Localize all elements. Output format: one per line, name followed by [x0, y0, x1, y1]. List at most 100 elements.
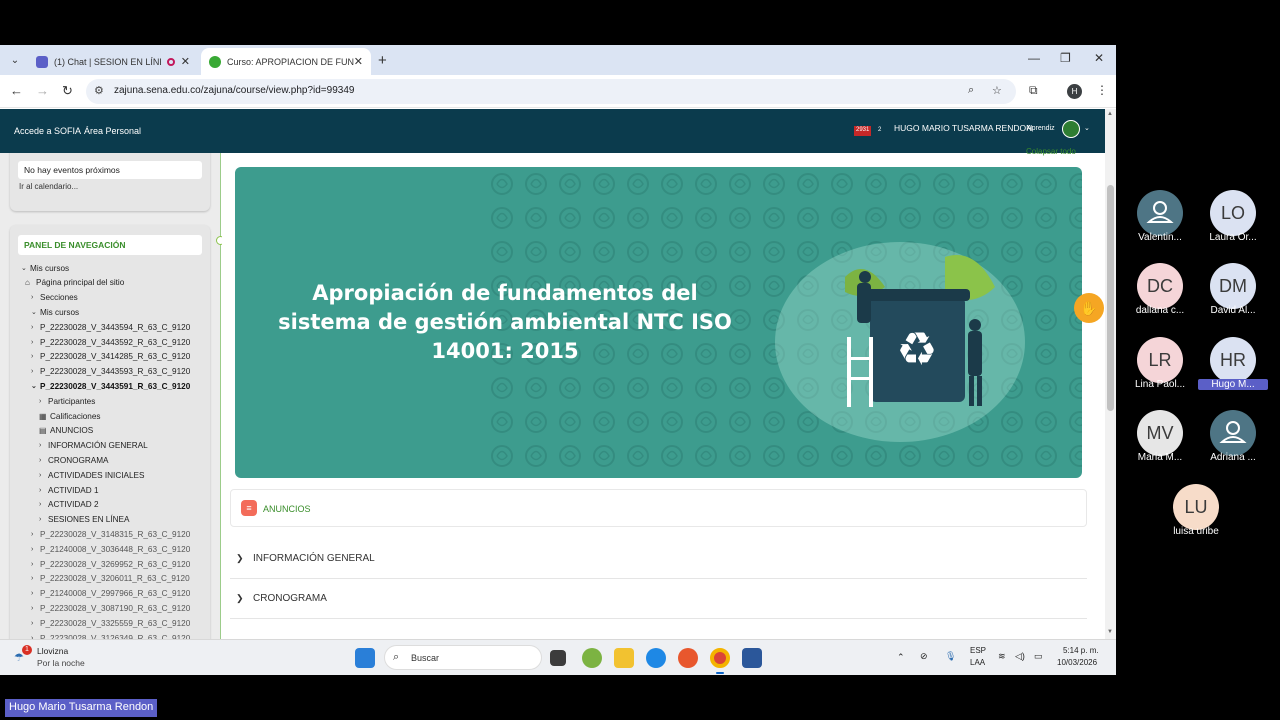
participant-tile[interactable]: LR Lina Paol... — [1125, 337, 1195, 399]
nav-tree-label[interactable]: P_21240008_V_2997966_R_63_C_9120 — [40, 589, 190, 598]
wifi-icon[interactable]: ≋ — [998, 651, 1006, 662]
site-info-icon[interactable]: ⚙ — [94, 84, 104, 97]
handshake-icon[interactable]: ✋ — [1074, 293, 1104, 323]
minimize-icon[interactable]: — — [1028, 51, 1040, 65]
nav-tree-label[interactable]: P_22230028_V_3443593_R_63_C_9120 — [40, 367, 190, 376]
chevron-right-icon[interactable]: › — [31, 620, 40, 627]
nav-tree-item[interactable]: ⌄ Mis cursos — [31, 305, 79, 319]
scroll-down-icon[interactable]: ▼ — [1107, 629, 1113, 635]
nav-tree-item[interactable]: ⌄ Mis cursos — [21, 261, 69, 275]
nav-tree-item[interactable]: › P_21240008_V_3036448_R_63_C_9120 — [31, 542, 190, 556]
nav-tree-label[interactable]: INFORMACIÓN GENERAL — [48, 441, 148, 450]
nav-tree-label[interactable]: SESIONES EN LÍNEA — [48, 515, 129, 524]
nav-tree-label[interactable]: ACTIVIDAD 2 — [48, 500, 99, 509]
personal-area-link[interactable]: Área Personal — [84, 126, 141, 136]
new-tab-button[interactable]: + — [378, 52, 387, 69]
chevron-up-icon[interactable]: ⌃ — [897, 652, 905, 663]
nav-tree-label[interactable]: ACTIVIDADES INICIALES — [48, 471, 144, 480]
nav-tree-item[interactable]: ▦ Calificaciones — [39, 409, 101, 423]
collapse-all-link[interactable]: Colapsar todo — [1026, 147, 1076, 156]
bookmark-star-icon[interactable]: ☆ — [992, 84, 1002, 97]
nav-tree-item[interactable]: › P_22230028_V_3126349_R_63_C_9120 — [31, 631, 190, 640]
nav-tree-label[interactable]: CRONOGRAMA — [48, 456, 109, 465]
participant-tile[interactable]: LO Laura Or... — [1198, 190, 1268, 252]
windows-start-icon[interactable] — [355, 648, 375, 668]
file-explorer-icon[interactable] — [614, 648, 634, 668]
microphone-icon[interactable]: 🎙 — [945, 651, 956, 662]
nav-tree-item[interactable]: › P_22230028_V_3087190_R_63_C_9120 — [31, 601, 190, 615]
section-title[interactable]: INFORMACIÓN GENERAL — [253, 553, 375, 564]
chevron-right-icon[interactable]: ❯ — [236, 593, 244, 604]
volume-icon[interactable]: ◁) — [1015, 651, 1025, 662]
language-bottom[interactable]: LAA — [970, 658, 985, 667]
nav-tree-label[interactable]: P_22230028_V_3414285_R_63_C_9120 — [40, 352, 190, 361]
participant-tile[interactable]: LU luisa uribe — [1161, 484, 1231, 546]
chevron-right-icon[interactable]: › — [31, 590, 40, 597]
chevron-right-icon[interactable]: › — [39, 398, 48, 405]
nav-tree-label[interactable]: ANUNCIOS — [50, 426, 93, 435]
nav-tree-item[interactable]: ⌄ P_22230028_V_3443591_R_63_C_9120 — [31, 379, 190, 393]
nav-tree-item[interactable]: › Secciones — [31, 291, 78, 305]
chevron-down-icon[interactable]: ⌄ — [21, 264, 30, 272]
menu-icon[interactable]: ⋮ — [1096, 83, 1108, 97]
nav-tree-label[interactable]: P_22230028_V_3443591_R_63_C_9120 — [40, 382, 190, 391]
chevron-right-icon[interactable]: ❯ — [236, 553, 244, 564]
nav-tree-label[interactable]: Mis cursos — [40, 308, 79, 317]
battery-icon[interactable]: ▭ — [1034, 651, 1043, 662]
chevron-right-icon[interactable]: › — [31, 546, 40, 553]
page-scrollbar[interactable]: ▲ ▼ — [1105, 109, 1116, 639]
edge-icon[interactable] — [646, 648, 666, 668]
nav-tree-item[interactable]: ⌂ Página principal del sitio — [25, 276, 124, 290]
profile-avatar[interactable]: H — [1067, 84, 1082, 99]
nav-tree-item[interactable]: › INFORMACIÓN GENERAL — [39, 439, 148, 453]
tab-course[interactable]: Curso: APROPIACION DE FUNDA ✕ — [201, 48, 371, 75]
close-tab-icon[interactable]: ✕ — [354, 55, 363, 68]
messages-badge[interactable]: 2 — [876, 126, 883, 136]
nav-tree-label[interactable]: P_22230028_V_3206011_R_63_C_9120 — [40, 574, 190, 583]
nav-tree-item[interactable]: › P_21240008_V_2997966_R_63_C_9120 — [31, 587, 190, 601]
zoom-icon[interactable]: ⌕ — [968, 84, 974, 97]
tab-search-chevron-icon[interactable]: ⌄ — [6, 52, 24, 70]
language-top[interactable]: ESP — [970, 646, 986, 655]
extensions-icon[interactable]: ⧉ — [1029, 83, 1038, 98]
scroll-up-icon[interactable]: ▲ — [1107, 111, 1113, 117]
nav-tree-label[interactable]: P_22230028_V_3325559_R_63_C_9120 — [40, 619, 190, 628]
word-icon[interactable] — [742, 648, 762, 668]
scrollbar-thumb[interactable] — [1107, 185, 1114, 411]
participant-tile[interactable]: DC dallana c... — [1125, 263, 1195, 325]
notifications-badge[interactable]: 2931 — [854, 126, 872, 136]
nav-tree-label[interactable]: Página principal del sitio — [36, 278, 124, 287]
participant-tile[interactable]: HR Hugo M... — [1198, 337, 1268, 399]
nav-tree-label[interactable]: Participantes — [48, 397, 95, 406]
address-bar[interactable]: ⚙ zajuna.sena.edu.co/zajuna/course/view.… — [86, 79, 1016, 104]
qgis-icon[interactable] — [582, 648, 602, 668]
nav-tree-item[interactable]: › CRONOGRAMA — [39, 453, 109, 467]
nav-tree-item[interactable]: ▤ ANUNCIOS — [39, 424, 93, 438]
chevron-right-icon[interactable]: › — [39, 472, 48, 479]
task-view-icon[interactable] — [550, 650, 566, 666]
nav-tree-item[interactable]: › ACTIVIDAD 1 — [39, 483, 99, 497]
nav-tree-label[interactable]: Secciones — [40, 293, 78, 302]
clock-date[interactable]: 10/03/2026 — [1057, 658, 1097, 667]
nav-tree-label[interactable]: ACTIVIDAD 1 — [48, 486, 99, 495]
nav-tree-label[interactable]: P_22230028_V_3443594_R_63_C_9120 — [40, 323, 190, 332]
firefox-icon[interactable] — [678, 648, 698, 668]
nav-tree-label[interactable]: P_22230028_V_3443592_R_63_C_9120 — [40, 338, 190, 347]
participant-tile[interactable]: DM David Al... — [1198, 263, 1268, 325]
chevron-down-icon[interactable]: ⌄ — [1084, 124, 1090, 132]
section-title[interactable]: CRONOGRAMA — [253, 593, 327, 604]
reload-icon[interactable]: ↻ — [62, 83, 73, 99]
nav-tree-label[interactable]: P_22230028_V_3087190_R_63_C_9120 — [40, 604, 190, 613]
chevron-right-icon[interactable]: › — [39, 442, 48, 449]
participant-tile[interactable]: Adriana ... — [1198, 410, 1268, 472]
nav-tree-item[interactable]: › P_22230028_V_3206011_R_63_C_9120 — [31, 572, 190, 586]
nav-tree-item[interactable]: › P_22230028_V_3325559_R_63_C_9120 — [31, 616, 190, 630]
chevron-down-icon[interactable]: ⌄ — [31, 382, 40, 390]
participant-tile[interactable]: MV Maria M... — [1125, 410, 1195, 472]
chrome-icon[interactable] — [710, 648, 730, 668]
forward-icon[interactable]: → — [36, 83, 49, 98]
nav-tree-label[interactable]: P_22230028_V_3148315_R_63_C_9120 — [40, 530, 190, 539]
nav-tree-label[interactable]: P_21240008_V_3036448_R_63_C_9120 — [40, 545, 190, 554]
section-cronograma[interactable]: ❯ CRONOGRAMA — [230, 579, 1087, 619]
back-icon[interactable]: ← — [10, 83, 23, 98]
